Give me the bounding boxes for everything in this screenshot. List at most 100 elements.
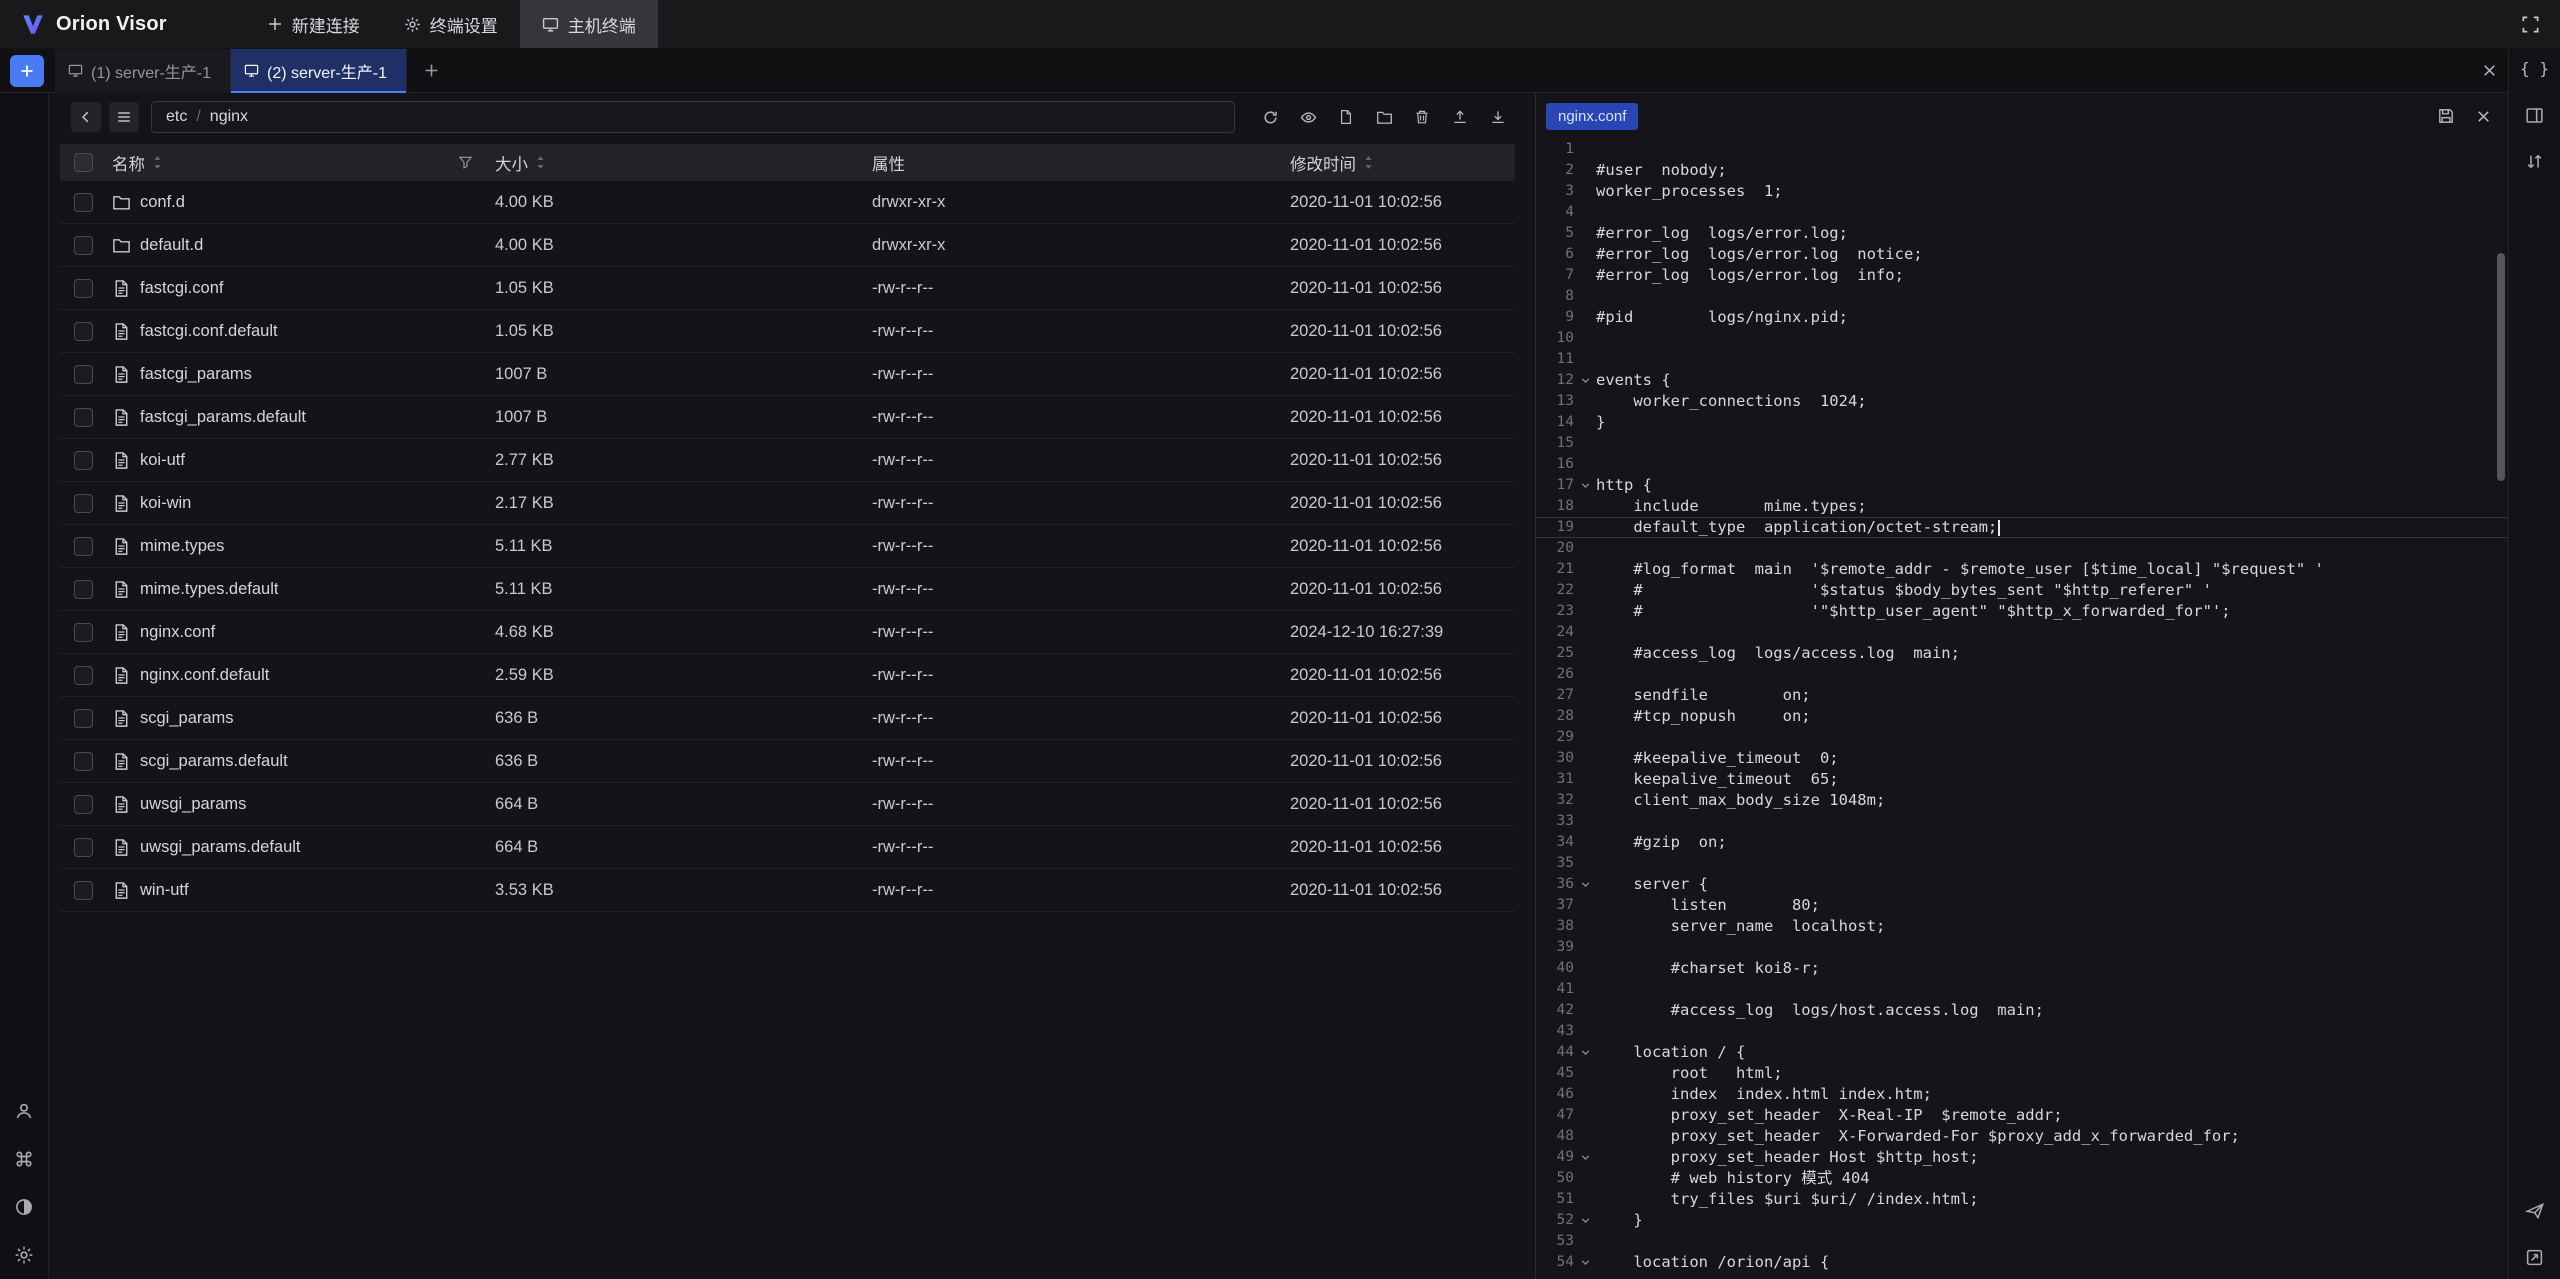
- file-row[interactable]: win-utf3.53 KB-rw-r--r--2020-11-01 10:02…: [60, 869, 1515, 912]
- row-checkbox[interactable]: [74, 709, 93, 728]
- file-name-cell[interactable]: koi-utf: [112, 451, 495, 470]
- editor-line[interactable]: 51 try_files $uri $uri/ /index.html;: [1536, 1189, 2508, 1210]
- editor-line[interactable]: 54 location /orion/api {: [1536, 1252, 2508, 1273]
- tab-server-2[interactable]: (2) server-生产-1: [231, 49, 407, 93]
- row-checkbox[interactable]: [74, 279, 93, 298]
- editor-line[interactable]: 52 }: [1536, 1210, 2508, 1231]
- editor-line[interactable]: 4: [1536, 202, 2508, 223]
- editor-line[interactable]: 21 #log_format main '$remote_addr - $rem…: [1536, 559, 2508, 580]
- editor-line[interactable]: 43: [1536, 1021, 2508, 1042]
- file-row[interactable]: fastcgi.conf1.05 KB-rw-r--r--2020-11-01 …: [60, 267, 1515, 310]
- editor-line[interactable]: 1: [1536, 139, 2508, 160]
- editor-line[interactable]: 31 keepalive_timeout 65;: [1536, 769, 2508, 790]
- editor-line[interactable]: 24: [1536, 622, 2508, 643]
- fold-chevron-icon[interactable]: [1574, 1042, 1596, 1063]
- file-name-cell[interactable]: mime.types: [112, 537, 495, 556]
- file-row[interactable]: scgi_params.default636 B-rw-r--r--2020-1…: [60, 740, 1515, 783]
- editor-line[interactable]: 25 #access_log logs/access.log main;: [1536, 643, 2508, 664]
- select-all-checkbox[interactable]: [74, 153, 93, 172]
- row-checkbox[interactable]: [74, 666, 93, 685]
- file-name-cell[interactable]: fastcgi_params.default: [112, 408, 495, 427]
- file-name-cell[interactable]: mime.types.default: [112, 580, 495, 599]
- editor-line[interactable]: 17http {: [1536, 475, 2508, 496]
- layout-icon[interactable]: [2525, 106, 2544, 125]
- editor-line[interactable]: 38 server_name localhost;: [1536, 916, 2508, 937]
- file-name-cell[interactable]: nginx.conf: [112, 623, 495, 642]
- editor-line[interactable]: 22 # '$status $body_bytes_sent "$http_re…: [1536, 580, 2508, 601]
- fold-chevron-icon[interactable]: [1574, 1252, 1596, 1273]
- row-checkbox[interactable]: [74, 494, 93, 513]
- file-row[interactable]: fastcgi_params1007 B-rw-r--r--2020-11-01…: [60, 353, 1515, 396]
- row-checkbox[interactable]: [74, 365, 93, 384]
- file-name-cell[interactable]: default.d: [112, 236, 495, 255]
- delete-icon[interactable]: [1409, 104, 1435, 130]
- file-row[interactable]: scgi_params636 B-rw-r--r--2020-11-01 10:…: [60, 697, 1515, 740]
- editor-line[interactable]: 13 worker_connections 1024;: [1536, 391, 2508, 412]
- file-row[interactable]: default.d4.00 KBdrwxr-xr-x2020-11-01 10:…: [60, 224, 1515, 267]
- editor-line[interactable]: 26: [1536, 664, 2508, 685]
- open-file-chip[interactable]: nginx.conf: [1546, 103, 1638, 130]
- new-file-icon[interactable]: [1333, 104, 1359, 130]
- user-icon[interactable]: [14, 1101, 34, 1121]
- menu-terminal-settings[interactable]: 终端设置: [382, 0, 520, 48]
- editor-line[interactable]: 7#error_log logs/error.log info;: [1536, 265, 2508, 286]
- braces-icon[interactable]: { }: [2520, 59, 2549, 79]
- tab-server-1[interactable]: (1) server-生产-1: [55, 49, 231, 93]
- file-row[interactable]: mime.types5.11 KB-rw-r--r--2020-11-01 10…: [60, 525, 1515, 568]
- file-name-cell[interactable]: nginx.conf.default: [112, 666, 495, 685]
- settings-icon[interactable]: [14, 1245, 34, 1265]
- sort-icon[interactable]: [152, 155, 163, 170]
- editor-line[interactable]: 8: [1536, 286, 2508, 307]
- close-icon[interactable]: [2481, 62, 2498, 79]
- editor-line[interactable]: 47 proxy_set_header X-Real-IP $remote_ad…: [1536, 1105, 2508, 1126]
- fold-chevron-icon[interactable]: [1574, 370, 1596, 391]
- row-checkbox[interactable]: [74, 623, 93, 642]
- file-row[interactable]: nginx.conf4.68 KB-rw-r--r--2024-12-10 16…: [60, 611, 1515, 654]
- editor-line[interactable]: 35: [1536, 853, 2508, 874]
- editor-line[interactable]: 9#pid logs/nginx.pid;: [1536, 307, 2508, 328]
- row-checkbox[interactable]: [74, 322, 93, 341]
- menu-new-connection[interactable]: 新建连接: [245, 0, 382, 48]
- file-row[interactable]: nginx.conf.default2.59 KB-rw-r--r--2020-…: [60, 654, 1515, 697]
- editor-line[interactable]: 19 default_type application/octet-stream…: [1536, 517, 2508, 538]
- file-row[interactable]: mime.types.default5.11 KB-rw-r--r--2020-…: [60, 568, 1515, 611]
- row-checkbox[interactable]: [74, 408, 93, 427]
- file-row[interactable]: fastcgi.conf.default1.05 KB-rw-r--r--202…: [60, 310, 1515, 353]
- file-name-cell[interactable]: fastcgi.conf: [112, 279, 495, 298]
- row-checkbox[interactable]: [74, 537, 93, 556]
- editor-line[interactable]: 49 proxy_set_header Host $http_host;: [1536, 1147, 2508, 1168]
- row-checkbox[interactable]: [74, 752, 93, 771]
- preview-icon[interactable]: [1295, 104, 1321, 130]
- file-row[interactable]: koi-utf2.77 KB-rw-r--r--2020-11-01 10:02…: [60, 439, 1515, 482]
- row-checkbox[interactable]: [74, 451, 93, 470]
- editor-lines[interactable]: 12#user nobody;3worker_processes 1;45#er…: [1536, 139, 2508, 1279]
- editor-line[interactable]: 33: [1536, 811, 2508, 832]
- add-tab-icon[interactable]: [423, 62, 440, 79]
- row-checkbox[interactable]: [74, 838, 93, 857]
- menu-host-terminal[interactable]: 主机终端: [520, 0, 658, 48]
- editor-line[interactable]: 10: [1536, 328, 2508, 349]
- download-icon[interactable]: [1485, 104, 1511, 130]
- file-name-cell[interactable]: uwsgi_params.default: [112, 838, 495, 857]
- editor-line[interactable]: 5#error_log logs/error.log;: [1536, 223, 2508, 244]
- refresh-icon[interactable]: [1257, 104, 1283, 130]
- sort-icon[interactable]: [1363, 155, 1374, 170]
- editor-line[interactable]: 44 location / {: [1536, 1042, 2508, 1063]
- editor-line[interactable]: 48 proxy_set_header X-Forwarded-For $pro…: [1536, 1126, 2508, 1147]
- file-row[interactable]: fastcgi_params.default1007 B-rw-r--r--20…: [60, 396, 1515, 439]
- file-name-cell[interactable]: scgi_params.default: [112, 752, 495, 771]
- fold-chevron-icon[interactable]: [1574, 874, 1596, 895]
- editor-line[interactable]: 11: [1536, 349, 2508, 370]
- file-row[interactable]: uwsgi_params664 B-rw-r--r--2020-11-01 10…: [60, 783, 1515, 826]
- fold-chevron-icon[interactable]: [1574, 1147, 1596, 1168]
- editor-line[interactable]: 12events {: [1536, 370, 2508, 391]
- file-row[interactable]: conf.d4.00 KBdrwxr-xr-x2020-11-01 10:02:…: [60, 181, 1515, 224]
- editor-line[interactable]: 37 listen 80;: [1536, 895, 2508, 916]
- save-icon[interactable]: [2437, 107, 2455, 125]
- row-checkbox[interactable]: [74, 580, 93, 599]
- editor-line[interactable]: 15: [1536, 433, 2508, 454]
- editor-line[interactable]: 40 #charset koi8-r;: [1536, 958, 2508, 979]
- file-name-cell[interactable]: fastcgi_params: [112, 365, 495, 384]
- row-checkbox[interactable]: [74, 795, 93, 814]
- editor-scrollbar[interactable]: [2497, 253, 2505, 481]
